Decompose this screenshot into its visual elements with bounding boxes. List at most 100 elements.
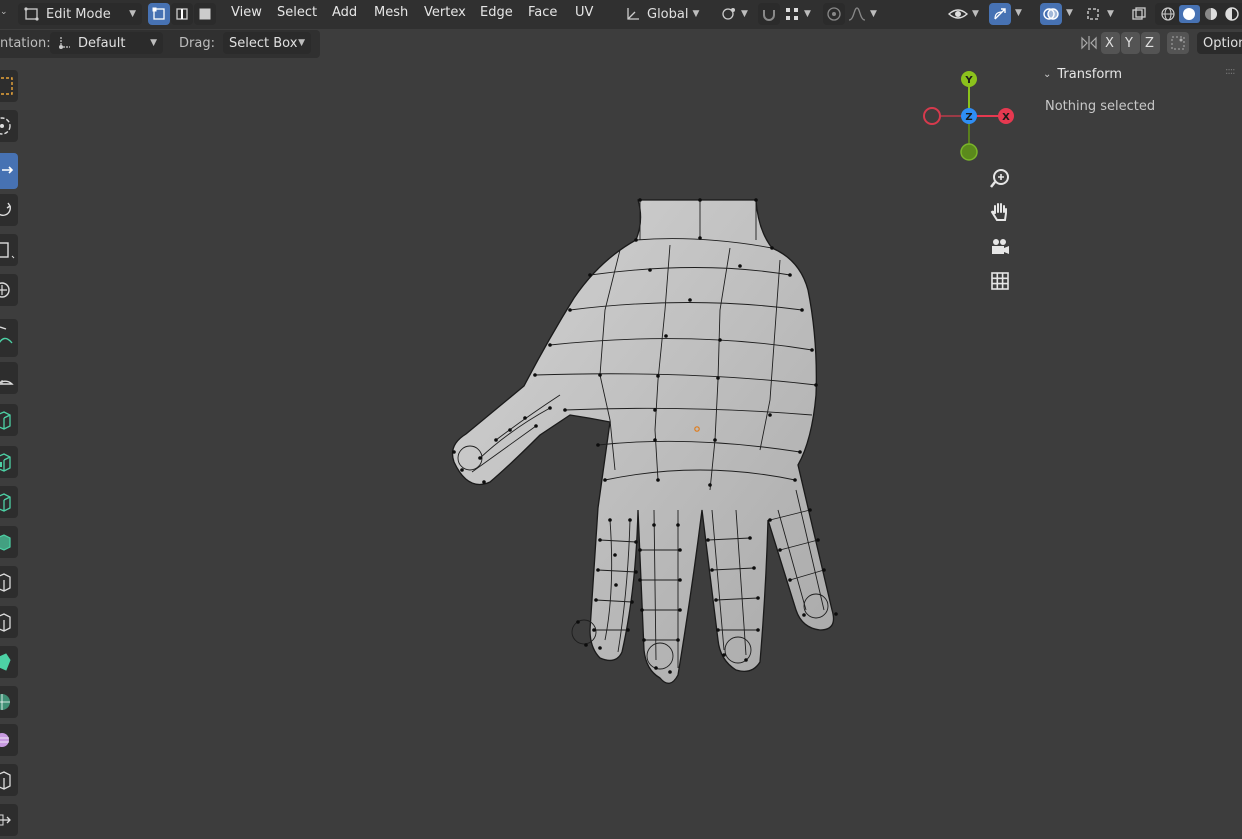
transform-panel-title: Transform [1057, 67, 1123, 82]
mirror-y-toggle[interactable]: Y [1121, 32, 1140, 54]
drag-dropdown-value: Select Box [229, 35, 298, 51]
tool-cursor[interactable] [0, 110, 18, 142]
annotate-icon [0, 326, 13, 344]
chevron-down-icon: ▼ [150, 38, 157, 48]
proportional-edit-toggle[interactable] [823, 3, 845, 25]
tool-rotate[interactable] [0, 194, 18, 226]
menu-uv[interactable]: UV [575, 5, 593, 20]
material-shading-button[interactable] [1200, 5, 1222, 23]
orientation-dropdown[interactable]: Default ▼ [50, 32, 163, 54]
transform-icon [0, 282, 10, 298]
editor-type-chevron-icon[interactable]: ⌄ [0, 7, 8, 17]
overlays-dropdown-chevron-icon[interactable]: ▼ [1066, 8, 1073, 18]
shading-mode-group [1155, 3, 1242, 25]
pivot-point-dropdown[interactable]: ▼ [717, 3, 753, 25]
snap-grid-icon [786, 8, 798, 20]
tool-spin[interactable] [0, 686, 18, 718]
negative-x-axis-handle[interactable] [923, 107, 941, 125]
drag-handle-icon[interactable]: :::: [1225, 66, 1236, 77]
menu-mesh[interactable]: Mesh [374, 5, 408, 20]
viewport-header: ⌄ Edit Mode ▼ View Select Add Mesh Verte… [0, 0, 1242, 29]
falloff-curve-icon [848, 7, 866, 21]
orientation-axes-icon [627, 8, 639, 20]
tool-move[interactable] [0, 153, 18, 189]
orientation-gizmo-icon [59, 37, 70, 49]
cursor-icon [0, 117, 11, 135]
overlays-toggle[interactable] [1040, 3, 1062, 25]
solid-sphere-icon [1183, 8, 1196, 20]
mesh-edit-overlays-dropdown[interactable]: ▼ [1083, 3, 1123, 25]
vertex-select-icon [152, 7, 165, 20]
menu-view[interactable]: View [231, 5, 262, 20]
menu-select[interactable]: Select [277, 5, 317, 20]
camera-view-button[interactable] [985, 232, 1015, 262]
menu-vertex[interactable]: Vertex [424, 5, 466, 20]
xray-toggle[interactable] [1128, 3, 1150, 25]
y-axis-label: Y [964, 75, 973, 86]
tool-shear[interactable] [0, 804, 18, 836]
navigation-gizmo[interactable]: Y X Z [918, 66, 1018, 166]
axis-z-label: Z [1145, 35, 1154, 51]
tool-transform[interactable] [0, 274, 18, 306]
menu-edge[interactable]: Edge [480, 5, 513, 20]
menu-add[interactable]: Add [332, 5, 357, 20]
face-select-button[interactable] [194, 3, 216, 25]
tool-select-box[interactable] [0, 70, 18, 102]
zoom-icon [990, 169, 1009, 188]
pivot-point-icon [722, 8, 735, 20]
transform-orientation-dropdown[interactable]: Global ▼ [619, 3, 711, 25]
tool-annotate[interactable] [0, 319, 18, 357]
transform-panel-header[interactable]: ⌄ Transform [1043, 67, 1122, 82]
loop-cut-icon [0, 573, 11, 592]
tool-knife[interactable] [0, 606, 18, 638]
vertex-select-button[interactable] [148, 3, 170, 25]
mirror-z-toggle[interactable]: Z [1141, 32, 1160, 54]
rendered-shading-button[interactable] [1222, 5, 1242, 23]
tool-loop-cut[interactable] [0, 566, 18, 598]
ortho-toggle-button[interactable] [985, 266, 1015, 296]
orientation-value: Global [647, 6, 689, 22]
negative-y-axis-handle[interactable] [960, 143, 978, 161]
tool-bevel[interactable] [0, 526, 18, 558]
chevron-down-icon: ▼ [1107, 9, 1114, 19]
wireframe-shading-button[interactable] [1157, 5, 1179, 23]
material-sphere-icon [1204, 8, 1217, 20]
menu-face[interactable]: Face [528, 5, 557, 20]
extrude-icon [0, 453, 11, 472]
mirror-icon[interactable] [1080, 34, 1098, 52]
tool-measure[interactable] [0, 362, 18, 394]
snap-target-dropdown[interactable]: ▼ [782, 3, 818, 25]
chevron-down-icon: ▼ [129, 9, 136, 19]
tool-smooth[interactable] [0, 724, 18, 756]
gizmo-toggle[interactable] [989, 3, 1011, 25]
topology-mirror-toggle[interactable] [1167, 32, 1189, 54]
nothing-selected-text: Nothing selected [1045, 99, 1156, 114]
sidebar-panel: ⌄ Transform :::: Nothing selected [1037, 62, 1242, 122]
tool-shrink-fatten[interactable] [0, 764, 18, 796]
solid-shading-button[interactable] [1178, 5, 1200, 23]
mode-selector[interactable]: Edit Mode ▼ [18, 3, 142, 25]
visibility-dropdown[interactable]: ▼ [946, 3, 986, 25]
overlays-icon [1043, 8, 1059, 20]
axis-x-label: X [1105, 35, 1114, 51]
tool-add-cube[interactable] [0, 404, 18, 436]
hand-mesh[interactable] [440, 190, 850, 690]
tool-scale[interactable] [0, 234, 18, 266]
tool-extrude[interactable] [0, 446, 18, 478]
falloff-dropdown[interactable]: ▼ [846, 3, 882, 25]
zoom-button[interactable] [985, 163, 1015, 193]
grid-icon [991, 272, 1009, 290]
pan-button[interactable] [985, 197, 1015, 227]
axis-y-label: Y [1125, 35, 1133, 51]
options-dropdown[interactable]: Option [1197, 32, 1242, 54]
gizmo-dropdown-chevron-icon[interactable]: ▼ [1015, 8, 1022, 18]
snap-toggle[interactable] [758, 3, 780, 25]
face-select-icon [199, 8, 211, 20]
drag-dropdown[interactable]: Select Box ▼ [223, 32, 311, 54]
topology-mirror-icon [1171, 36, 1185, 50]
edge-select-button[interactable] [171, 3, 193, 25]
mirror-x-toggle[interactable]: X [1101, 32, 1120, 54]
tool-poly-build[interactable] [0, 646, 18, 678]
chevron-down-icon: ▼ [972, 9, 979, 19]
tool-inset[interactable] [0, 486, 18, 518]
